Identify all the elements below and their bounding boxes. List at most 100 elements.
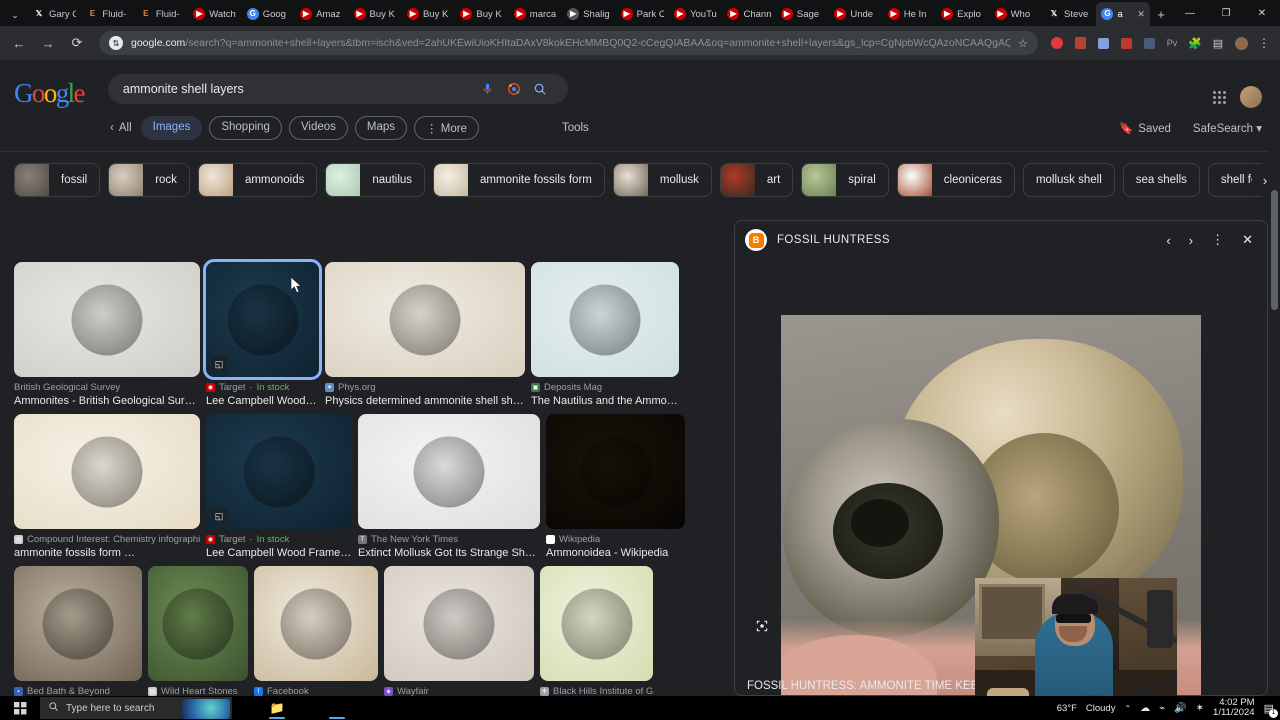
nav-tab-videos[interactable]: Videos: [288, 116, 348, 140]
taskbar-clock[interactable]: 4:02 PM 1/11/2024: [1213, 697, 1255, 719]
browser-tab[interactable]: ▶ Buy K: [455, 2, 508, 26]
nav-tab-more[interactable]: ⋮ More: [414, 116, 479, 140]
nav-all[interactable]: ‹ All: [110, 122, 132, 134]
related-search-chip[interactable]: sea shells: [1122, 163, 1200, 197]
image-result-thumbnail[interactable]: [254, 566, 378, 681]
image-result-thumbnail[interactable]: [14, 262, 200, 377]
tab-list-menu-button[interactable]: ⌄: [2, 4, 28, 26]
back-button[interactable]: ←: [6, 30, 32, 56]
search-submit-icon[interactable]: [527, 82, 553, 96]
taskbar-search-box[interactable]: Type here to search: [40, 697, 232, 719]
tools-button[interactable]: Tools: [562, 122, 589, 134]
preview-lens-button[interactable]: [749, 613, 775, 639]
tab-close-icon[interactable]: ✕: [1137, 9, 1145, 20]
start-button[interactable]: [0, 701, 40, 715]
forward-button[interactable]: →: [35, 30, 61, 56]
browser-tab[interactable]: Ga ✕: [1096, 2, 1150, 26]
browser-tab[interactable]: ▶ Watch: [188, 2, 241, 26]
browser-tab[interactable]: ▶ Park C: [616, 2, 669, 26]
nav-tab-images[interactable]: Images: [140, 116, 203, 140]
browser-tab[interactable]: ▶ Who: [990, 2, 1043, 26]
image-result-thumbnail[interactable]: [325, 262, 525, 377]
profile-avatar-icon[interactable]: [1231, 33, 1251, 53]
image-result-title[interactable]: Lee Campbell Wood Fra…: [206, 395, 319, 407]
related-search-chip[interactable]: fossil: [14, 163, 101, 197]
related-search-chip[interactable]: nautilus: [325, 163, 426, 197]
address-bar[interactable]: ⇅ google.com/search?q=ammonite+shell+lay…: [99, 31, 1038, 55]
preview-more-button[interactable]: ⋮: [1211, 232, 1224, 248]
new-tab-button[interactable]: +: [1150, 2, 1172, 26]
image-result-thumbnail[interactable]: [546, 414, 685, 529]
reload-button[interactable]: ⟳: [64, 30, 90, 56]
window-close-button[interactable]: ✕: [1244, 0, 1280, 26]
browser-tab[interactable]: ▶ Amaz: [295, 2, 348, 26]
extension-icon-5[interactable]: [1139, 33, 1159, 53]
image-result-title[interactable]: Ammonoidea - Wikipedia: [546, 547, 685, 559]
extension-icon-3[interactable]: [1093, 33, 1113, 53]
image-result-thumbnail[interactable]: [358, 414, 540, 529]
extensions-puzzle-icon[interactable]: 🧩: [1185, 33, 1205, 53]
bluetooth-icon[interactable]: ✶: [1196, 703, 1204, 714]
chrome-icon[interactable]: ◉: [322, 696, 352, 720]
image-result-thumbnail[interactable]: [540, 566, 653, 681]
preview-next-button[interactable]: ›: [1189, 233, 1193, 248]
window-minimize-button[interactable]: —: [1172, 0, 1208, 26]
google-lens-icon[interactable]: [501, 82, 527, 96]
browser-tab[interactable]: 𝕏 Gary C: [28, 2, 81, 26]
image-result-card[interactable]: W Wikipedia Ammonoidea - Wikipedia: [546, 414, 685, 559]
preview-close-button[interactable]: ✕: [1242, 232, 1253, 248]
task-view-icon[interactable]: ▤: [232, 696, 262, 720]
browser-tab[interactable]: ▶ Buy K: [402, 2, 455, 26]
related-search-chip[interactable]: spiral: [801, 163, 889, 197]
image-result-thumbnail[interactable]: [384, 566, 534, 681]
image-result-card[interactable]: T The New York Times Extinct Mollusk Got I…: [358, 414, 540, 559]
image-result-title[interactable]: Extinct Mollusk Got Its Strange Shell …: [358, 547, 540, 559]
account-avatar[interactable]: [1240, 86, 1262, 108]
extension-icon-1[interactable]: [1047, 33, 1067, 53]
browser-tab[interactable]: ▶ He In: [883, 2, 936, 26]
browser-tab[interactable]: ▶ YouTu: [669, 2, 722, 26]
image-result-card[interactable]: ▪Bed Bath & BeyondLee Campbell Wood Fram…: [14, 566, 142, 696]
related-search-chip[interactable]: rock: [108, 163, 190, 197]
image-result-title[interactable]: The Nautilus and the Ammonite…: [531, 395, 679, 407]
browser-tab[interactable]: G Goog: [242, 2, 295, 26]
window-restore-button[interactable]: ❐: [1208, 0, 1244, 26]
image-result-title[interactable]: ammonite fossils form …: [14, 547, 200, 559]
related-search-chip[interactable]: art: [719, 163, 794, 197]
nav-tab-shopping[interactable]: Shopping: [209, 116, 282, 140]
page-scrollbar[interactable]: [1269, 60, 1280, 696]
browser-tab[interactable]: ▶ Sage: [776, 2, 829, 26]
nav-back-chevron-icon[interactable]: ‹: [110, 122, 114, 134]
image-result-card[interactable]: ✣Black Hills Institute of Geol…Ammonoids…: [540, 566, 653, 696]
image-result-card[interactable]: ▤Wild Heart StonesAmmonite Fossils (and…: [148, 566, 248, 696]
volume-icon[interactable]: 🔊: [1174, 703, 1186, 714]
image-result-thumbnail[interactable]: ◱: [206, 414, 352, 529]
obs-icon[interactable]: ◎: [382, 696, 412, 720]
preview-prev-button[interactable]: ‹: [1166, 233, 1170, 248]
tray-overflow-chevron-icon[interactable]: ⌃: [1124, 704, 1131, 713]
image-result-thumbnail[interactable]: [531, 262, 679, 377]
bookmark-star-icon[interactable]: ☆: [1018, 37, 1028, 50]
image-result-thumbnail[interactable]: [14, 414, 200, 529]
wifi-icon[interactable]: ⌁: [1159, 703, 1165, 714]
image-result-card[interactable]: ◎ Compound Interest: Chemistry infographi…: [14, 414, 200, 559]
image-result-title[interactable]: Physics determined ammonite shell shape: [325, 395, 525, 407]
weather-desc[interactable]: Cloudy: [1086, 703, 1116, 714]
action-center-icon[interactable]: ▤ 1: [1264, 702, 1278, 718]
related-search-chip[interactable]: mollusk: [612, 163, 712, 197]
browser-tab[interactable]: E Fluid-: [81, 2, 134, 26]
saved-button[interactable]: 🔖 Saved: [1119, 121, 1171, 135]
safesearch-button[interactable]: SafeSearch ▾: [1193, 121, 1262, 135]
browser-tab[interactable]: 𝕏 Steve: [1043, 2, 1096, 26]
image-result-card[interactable]: ▣ Deposits Mag The Nautilus and the Ammoni…: [531, 262, 679, 407]
extension-icon-6[interactable]: Pv: [1162, 33, 1182, 53]
image-result-card[interactable]: ◱ ◉ Target · In stock Lee Campbell Wood Frame…: [206, 414, 352, 559]
browser-tab[interactable]: ▶ Unde: [829, 2, 882, 26]
reading-list-icon[interactable]: ▤: [1208, 33, 1228, 53]
browser-tab[interactable]: ▶ marca: [509, 2, 562, 26]
related-search-chip[interactable]: mollusk shell: [1022, 163, 1115, 197]
page-scrollbar-thumb[interactable]: [1271, 190, 1278, 310]
related-search-chip[interactable]: ammonoids: [197, 163, 318, 197]
image-result-thumbnail[interactable]: [14, 566, 142, 681]
browser-tab[interactable]: ▶ Chann: [722, 2, 775, 26]
